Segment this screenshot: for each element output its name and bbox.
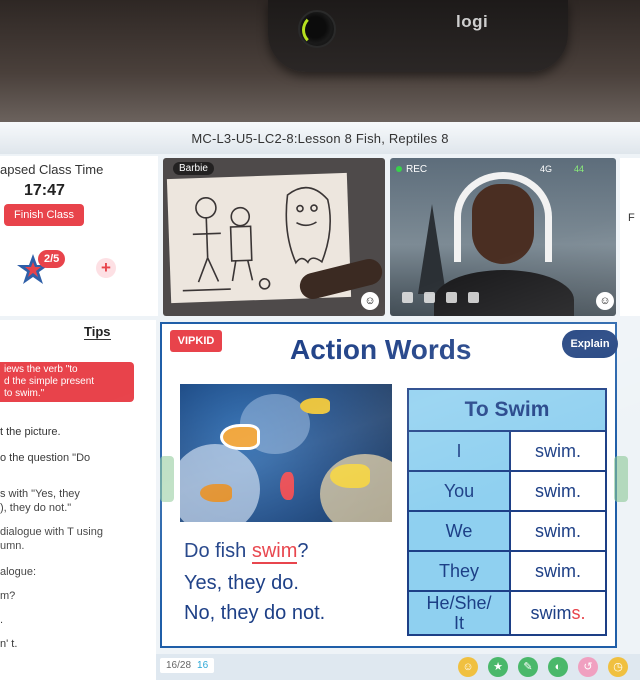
webcam: logi bbox=[268, 0, 568, 72]
lesson-slide: VIPKID Action Words Explain Do fish swim… bbox=[160, 322, 618, 648]
elapsed-time-value: 17:47 bbox=[24, 182, 65, 199]
pronoun-cell: He/She/ It bbox=[407, 590, 511, 636]
highlighted-verb: swim bbox=[251, 540, 298, 564]
recording-badge: REC bbox=[396, 164, 427, 175]
tip-line: dialogue with T using bbox=[0, 526, 103, 538]
verb-cell: swim. bbox=[509, 470, 607, 512]
table-header: To Swim bbox=[407, 388, 607, 432]
verb-cell: swims. bbox=[509, 590, 607, 636]
settings-icon[interactable] bbox=[468, 292, 479, 303]
finish-class-button[interactable]: Finish Class bbox=[4, 204, 84, 226]
eiffel-tower-background bbox=[418, 204, 446, 294]
bottom-toolbar: 16/28 16 ☺ ★ ✎ ◐ ↺ ◷ bbox=[156, 654, 640, 680]
vipkid-logo: VIPKID bbox=[170, 330, 222, 352]
tip-line: t the picture. bbox=[0, 426, 61, 438]
webcam-led-icon bbox=[302, 14, 334, 46]
table-row: You swim. bbox=[407, 470, 607, 512]
timer-tool-icon[interactable]: ◷ bbox=[608, 657, 628, 677]
answer-no: No, they do not. bbox=[184, 602, 326, 624]
verb-cell: swim. bbox=[509, 510, 607, 552]
explain-button[interactable]: Explain bbox=[562, 330, 618, 358]
right-panel-text: F bbox=[628, 212, 635, 224]
student-name-tag: Barbie bbox=[173, 162, 214, 175]
tip-line: alogue: bbox=[0, 566, 37, 578]
verb-cell: swim. bbox=[509, 430, 607, 472]
class-info-panel: apsed Class Time 17:47 Finish Class 2/5 … bbox=[0, 156, 158, 316]
grammar-table: To Swim I swim. You swim. We swim. They … bbox=[407, 388, 607, 636]
tips-highlight-text: iews the verb "to d the simple present t… bbox=[4, 364, 95, 399]
question-text: Do fish swim? bbox=[184, 540, 309, 564]
emoji-tool-icon[interactable]: ☺ bbox=[458, 657, 478, 677]
pronoun-cell: We bbox=[407, 510, 511, 552]
teacher-emoji-icon[interactable]: ☺ bbox=[596, 292, 614, 310]
answer-yes: Yes, they do. bbox=[184, 572, 299, 594]
table-row: They swim. bbox=[407, 550, 607, 592]
teacher-video-toolbar bbox=[402, 292, 479, 303]
clear-tool-icon[interactable]: ↺ bbox=[578, 657, 598, 677]
tip-line: o the question "Do bbox=[0, 452, 91, 464]
camera-toggle-icon[interactable] bbox=[402, 292, 413, 303]
reward-tool-icon[interactable]: ★ bbox=[488, 657, 508, 677]
elapsed-time-label: apsed Class Time bbox=[0, 162, 104, 177]
headphones-icon bbox=[454, 172, 552, 262]
tips-title: Tips bbox=[84, 324, 111, 340]
signal-badge: 4G bbox=[540, 164, 553, 174]
tip-line: n' t. bbox=[0, 638, 18, 650]
window-title: MC-L3-U5-LC2-8:Lesson 8 Fish, Reptiles 8 bbox=[0, 122, 640, 154]
tip-line: m? bbox=[0, 590, 16, 602]
verb-cell: swim. bbox=[509, 550, 607, 592]
pronoun-cell: They bbox=[407, 550, 511, 592]
slide-title: Action Words bbox=[290, 334, 472, 365]
tip-line: umn. bbox=[0, 540, 25, 552]
pronoun-cell: I bbox=[407, 430, 511, 472]
tip-line: s with "Yes, they bbox=[0, 488, 80, 500]
star-count-badge: 2/5 bbox=[38, 250, 66, 268]
microphone-icon[interactable] bbox=[424, 292, 435, 303]
webcam-brand: logi bbox=[456, 12, 489, 31]
screen-icon[interactable] bbox=[446, 292, 457, 303]
tips-highlight-box: iews the verb "to d the simple present t… bbox=[0, 362, 134, 402]
tip-line: . bbox=[0, 614, 4, 626]
eraser-tool-icon[interactable]: ◐ bbox=[548, 657, 568, 677]
pen-tool-icon[interactable]: ✎ bbox=[518, 657, 538, 677]
page-counter[interactable]: 16/28 16 bbox=[160, 658, 215, 673]
tips-panel: Tips iews the verb "to d the simple pres… bbox=[0, 320, 156, 680]
student-video-tile: Barbie ☺ bbox=[163, 158, 385, 316]
table-row: We swim. bbox=[407, 510, 607, 552]
tool-row: ☺ ★ ✎ ◐ ↺ ◷ bbox=[458, 657, 628, 677]
screen: MC-L3-U5-LC2-8:Lesson 8 Fish, Reptiles 8… bbox=[0, 122, 640, 680]
right-side-panel: F bbox=[620, 158, 640, 316]
student-emoji-icon[interactable]: ☺ bbox=[361, 292, 379, 310]
add-star-button[interactable]: + bbox=[96, 258, 116, 278]
tip-line: ), they do not." bbox=[0, 502, 72, 514]
fish-photo bbox=[180, 384, 392, 522]
teacher-video-tile: REC 4G 44 ☺ bbox=[390, 158, 616, 316]
table-row: I swim. bbox=[407, 430, 607, 472]
next-slide-arrow[interactable] bbox=[614, 456, 628, 502]
recording-dot-icon bbox=[396, 166, 402, 172]
previous-slide-arrow[interactable] bbox=[160, 456, 174, 502]
table-row: He/She/ It swims. bbox=[407, 590, 607, 636]
recording-label: REC bbox=[406, 164, 428, 175]
wifi-badge: 44 bbox=[574, 164, 585, 174]
pronoun-cell: You bbox=[407, 470, 511, 512]
